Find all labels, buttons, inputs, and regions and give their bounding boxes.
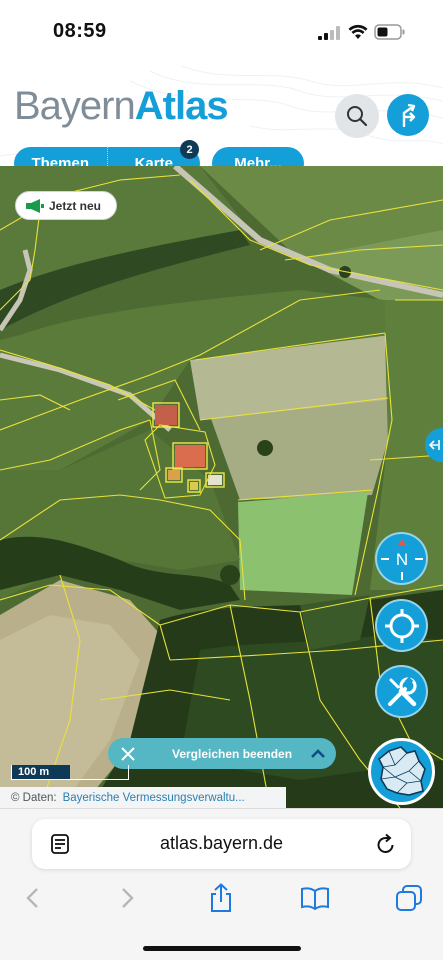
news-chip-label: Jetzt neu (49, 198, 102, 213)
crosshair-location-icon (384, 608, 419, 643)
karte-count-badge: 2 (180, 140, 199, 159)
browser-toolbar (0, 881, 443, 915)
aerial-imagery (0, 166, 443, 808)
route-planner-button[interactable] (387, 94, 429, 136)
tabs-button[interactable] (392, 881, 426, 915)
locate-me-button[interactable] (375, 599, 428, 652)
reload-icon[interactable] (376, 833, 396, 855)
megaphone-icon (26, 198, 44, 213)
tools-button[interactable] (375, 665, 428, 718)
status-bar: 08:59 (0, 0, 443, 66)
compass-button[interactable]: N (375, 532, 428, 585)
arrow-left-bar-icon (428, 440, 440, 450)
map-attribution: © Daten: Bayerische Vermessungsverwaltu.… (0, 787, 286, 809)
address-bar[interactable]: atlas.bayern.de (32, 819, 411, 869)
wifi-icon (348, 24, 368, 39)
share-icon (211, 883, 231, 912)
bavaria-overview-button[interactable] (368, 738, 435, 805)
route-fork-icon (402, 103, 416, 127)
logo-text-bayern: Bayern (14, 84, 136, 128)
bayernatlas-logo[interactable]: BayernAtlas (14, 84, 229, 128)
battery-icon (374, 24, 405, 40)
url-text: atlas.bayern.de (159, 833, 284, 853)
compass-icon: N (380, 538, 423, 580)
cellular-signal-icon (318, 26, 340, 40)
chevron-right-icon (122, 888, 134, 908)
attribution-source-link[interactable]: Bayerische Vermessungsverwaltu... (63, 792, 245, 804)
forward-button[interactable] (111, 881, 145, 915)
news-chip[interactable]: Jetzt neu (15, 191, 117, 220)
book-icon (301, 887, 329, 910)
chevron-up-icon (300, 748, 336, 759)
compass-north-label: N (395, 550, 407, 569)
chevron-left-icon (26, 888, 38, 908)
back-button[interactable] (15, 881, 49, 915)
bavaria-map-icon (377, 746, 426, 796)
home-indicator (143, 946, 301, 951)
aerial-map[interactable] (0, 166, 443, 808)
bookmarks-button[interactable] (298, 881, 332, 915)
browser-chrome: atlas.bayern.de (0, 808, 443, 960)
search-button[interactable] (335, 94, 379, 138)
wrench-screwdriver-icon (387, 676, 417, 706)
scale-bar: 100 m (11, 765, 129, 780)
attribution-prefix: © Daten: (11, 792, 57, 804)
close-icon (108, 746, 148, 761)
tabs-icon (396, 885, 422, 911)
logo-text-atlas: Atlas (134, 84, 229, 128)
end-compare-button[interactable]: Vergleichen beenden (108, 738, 336, 769)
scale-label: 100 m (18, 766, 50, 778)
status-time: 08:59 (53, 20, 107, 42)
end-compare-label: Vergleichen beenden (172, 746, 293, 761)
search-icon (347, 106, 368, 127)
share-button[interactable] (204, 881, 238, 915)
